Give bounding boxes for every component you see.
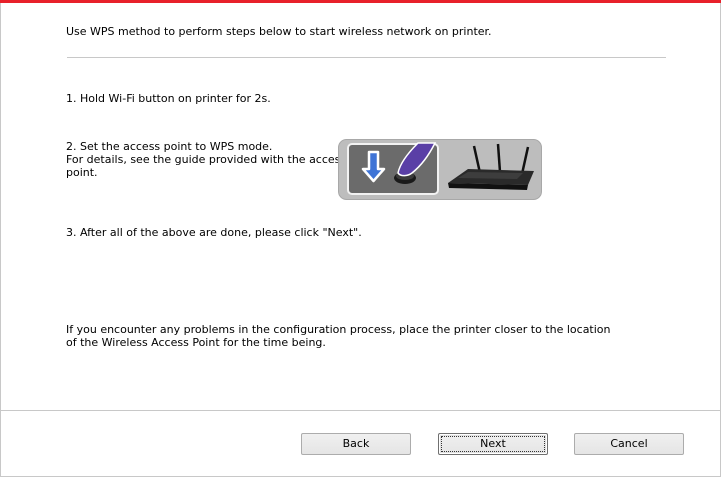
troubleshooting-note-line-2: of the Wireless Access Point for the tim… — [66, 336, 326, 349]
back-button[interactable]: Back — [301, 433, 411, 455]
cancel-button[interactable]: Cancel — [574, 433, 684, 455]
step-2-detail-continued: point. — [66, 166, 98, 179]
troubleshooting-note-line-1: If you encounter any problems in the con… — [66, 323, 611, 336]
next-button-label: Next — [480, 437, 506, 450]
header-divider — [67, 57, 666, 58]
step-2-title: 2. Set the access point to WPS mode. — [66, 140, 273, 153]
step-3-text: 3. After all of the above are done, plea… — [66, 226, 362, 239]
intro-text: Use WPS method to perform steps below to… — [66, 25, 492, 38]
accent-bar — [0, 0, 721, 3]
next-button[interactable]: Next — [438, 433, 548, 455]
step-1-text: 1. Hold Wi-Fi button on printer for 2s. — [66, 92, 271, 105]
footer-divider — [1, 410, 720, 411]
step-2-detail: For details, see the guide provided with… — [66, 153, 347, 166]
wps-illustration — [338, 139, 542, 200]
